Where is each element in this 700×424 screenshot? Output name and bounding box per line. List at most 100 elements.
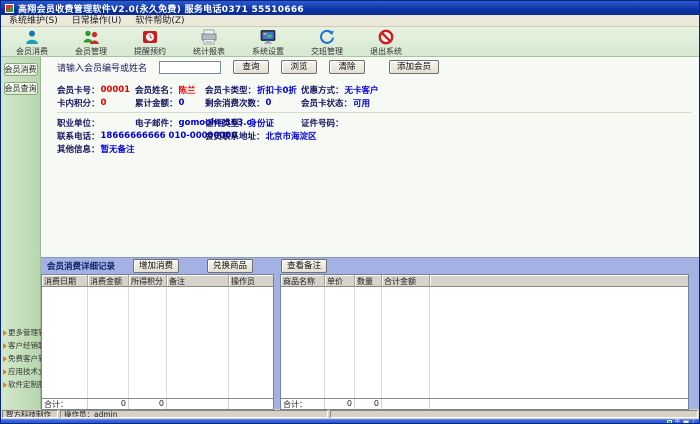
sidebar-button-member-query[interactable]: 会员查询 <box>4 82 38 95</box>
card-status-value: 可用 <box>353 97 370 109</box>
os-taskbar[interactable]: 中 ♪ <box>1 419 699 424</box>
member-search-row: 请输入会员编号或姓名 查询 浏览 清除 添加会员 <box>41 57 699 77</box>
column-header[interactable]: 合计金额 <box>382 275 430 287</box>
app-window: 高翔会员收费管理软件V2.0(永久免费) 服务电话0371 55510666 系… <box>0 0 700 424</box>
menu-software-help[interactable]: 软件帮助(Z) <box>129 15 190 27</box>
system-settings-icon <box>259 29 277 45</box>
total-points: 0 <box>129 399 167 409</box>
toolbar-button-member-consume[interactable]: 会员消费 <box>11 29 53 57</box>
total-price: 0 <box>325 399 355 409</box>
member-consume-icon <box>23 29 41 45</box>
search-label: 请输入会员编号或姓名 <box>57 61 147 74</box>
sidebar-link-more-software[interactable]: 更多管理软件 <box>3 326 40 339</box>
keyboard-icon[interactable] <box>683 420 689 424</box>
discount-mode-value: 无卡客户 <box>345 84 379 96</box>
goods-table[interactable]: 商品名称 单价 数量 合计金额 <box>280 274 689 410</box>
member-search-input[interactable] <box>159 61 221 74</box>
goods-table-header: 商品名称 单价 数量 合计金额 <box>281 275 688 287</box>
column-header[interactable]: 消费金额 <box>88 275 129 287</box>
arrow-bullet-icon <box>3 356 7 362</box>
column-header[interactable]: 单价 <box>325 275 355 287</box>
statusbar-brand: 智方科技制作 <box>2 410 58 418</box>
toolbar-button-member-manage[interactable]: 会员管理 <box>70 29 112 57</box>
field-card-type: 会员卡类型： 折扣卡0折 <box>205 83 301 96</box>
add-member-button[interactable]: 添加会员 <box>389 60 439 74</box>
column-header[interactable]: 所得积分 <box>129 275 167 287</box>
content-panel: 请输入会员编号或姓名 查询 浏览 清除 添加会员 会员卡号： 00001 会员姓… <box>41 57 699 409</box>
main-area: 会员消费 会员查询 更多管理软件 客户经销联系 免费客户软件 应用技术支持 <box>1 57 699 409</box>
arrow-bullet-icon <box>3 382 7 388</box>
add-consume-button[interactable]: 增加消费 <box>133 259 179 273</box>
toolbar-button-remind-appointment[interactable]: 提醒预约 <box>129 29 171 57</box>
field-card-no: 会员卡号： 00001 <box>57 83 135 96</box>
sidebar-link-free-software[interactable]: 免费客户软件 <box>3 352 40 365</box>
tray-app-icon[interactable] <box>667 420 672 424</box>
field-card-status: 会员卡状态： 可用 <box>301 96 691 109</box>
statusbar-spacer <box>330 410 698 418</box>
column-header[interactable]: 商品名称 <box>281 275 325 287</box>
ime-chinese-icon[interactable]: 中 <box>675 420 680 424</box>
sidebar-link-custom-service[interactable]: 软件定制服务 <box>3 378 40 391</box>
exchange-goods-button[interactable]: 兑换商品 <box>207 259 253 273</box>
statusbar: 智方科技制作 操作员：admin <box>1 409 699 419</box>
toolbar-button-system-settings[interactable]: 系统设置 <box>247 29 289 57</box>
clear-button[interactable]: 清除 <box>329 60 365 74</box>
toolbar-label: 退出系统 <box>370 46 402 57</box>
detail-toolbar: 会员消费详细记录 增加消费 兑换商品 查看备注 <box>41 258 699 274</box>
column-header[interactable]: 数量 <box>355 275 382 287</box>
consume-table[interactable]: 消费日期 消费金额 所得积分 备注 操作员 <box>41 274 274 410</box>
field-id-type: 证件类型： 身份证 <box>205 116 301 129</box>
total-label: 合计： <box>42 399 88 409</box>
toolbar-label: 统计报表 <box>193 46 225 57</box>
other-info-value: 暂无备注 <box>101 143 135 155</box>
sidebar-links: 更多管理软件 客户经销联系 免费客户软件 应用技术支持 软件定制服务 <box>1 326 40 391</box>
goods-table-body[interactable] <box>281 287 688 398</box>
field-discount-mode: 优惠方式： 无卡客户 <box>301 83 691 96</box>
view-note-button[interactable]: 查看备注 <box>281 259 327 273</box>
tables-region: 消费日期 消费金额 所得积分 备注 操作员 <box>41 274 699 410</box>
toolbar-button-shift-manage[interactable]: 交班管理 <box>306 29 348 57</box>
id-type-value: 身份证 <box>249 117 275 129</box>
field-email: 电子邮件： gomooh@163.c <box>135 116 205 129</box>
goods-table-footer: 合计： 0 0 <box>281 398 688 409</box>
menubar: 系统维护(S) 日常操作(U) 软件帮助(Z) <box>1 15 699 27</box>
remind-appointment-icon <box>141 29 159 45</box>
field-phone: 联系电话： 18666666666 010-00000000 <box>57 129 205 142</box>
field-company: 职业单位： <box>57 116 135 129</box>
total-label: 合计： <box>281 399 325 409</box>
card-no-value: 00001 <box>101 85 131 95</box>
titlebar: 高翔会员收费管理软件V2.0(永久免费) 服务电话0371 55510666 <box>1 1 699 15</box>
field-address: 会员联系地址： 北京市海淀区 <box>205 129 691 142</box>
total-amount-value: 0 <box>179 98 185 108</box>
column-header[interactable]: 消费日期 <box>42 275 88 287</box>
toolbar: 会员消费 会员管理 提醒预约 <box>1 27 699 57</box>
menu-daily-operation[interactable]: 日常操作(U) <box>66 15 128 27</box>
report-icon <box>200 29 218 45</box>
sidebar-link-dealer-contact[interactable]: 客户经销联系 <box>3 339 40 352</box>
browse-button[interactable]: 浏览 <box>281 60 317 74</box>
toolbar-label: 会员消费 <box>16 46 48 57</box>
statusbar-operator: 操作员：admin <box>60 410 328 418</box>
empty-space <box>41 157 699 257</box>
arrow-bullet-icon <box>3 330 7 336</box>
column-header <box>430 275 688 287</box>
toolbar-label: 会员管理 <box>75 46 107 57</box>
window-title: 高翔会员收费管理软件V2.0(永久免费) 服务电话0371 55510666 <box>18 2 304 15</box>
toolbar-button-exit-system[interactable]: 退出系统 <box>365 29 407 57</box>
points-value: 0 <box>101 98 107 108</box>
sidebar-button-member-consume[interactable]: 会员消费 <box>4 63 38 76</box>
sidebar-link-tech-support[interactable]: 应用技术支持 <box>3 365 40 378</box>
address-value: 北京市海淀区 <box>266 130 317 142</box>
query-button[interactable]: 查询 <box>233 60 269 74</box>
consume-table-body[interactable] <box>42 287 273 398</box>
member-manage-icon <box>82 29 100 45</box>
field-points: 卡内积分： 0 <box>57 96 135 109</box>
speaker-icon[interactable]: ♪ <box>692 420 695 424</box>
menu-system-maintenance[interactable]: 系统维护(S) <box>3 15 64 27</box>
column-header[interactable]: 备注 <box>167 275 229 287</box>
toolbar-button-report[interactable]: 统计报表 <box>188 29 230 57</box>
sidebar: 会员消费 会员查询 更多管理软件 客户经销联系 免费客户软件 应用技术支持 <box>1 57 41 409</box>
divider <box>57 112 691 113</box>
column-header[interactable]: 操作员 <box>229 275 273 287</box>
field-member-name: 会员姓名： 陈兰 <box>135 83 205 96</box>
